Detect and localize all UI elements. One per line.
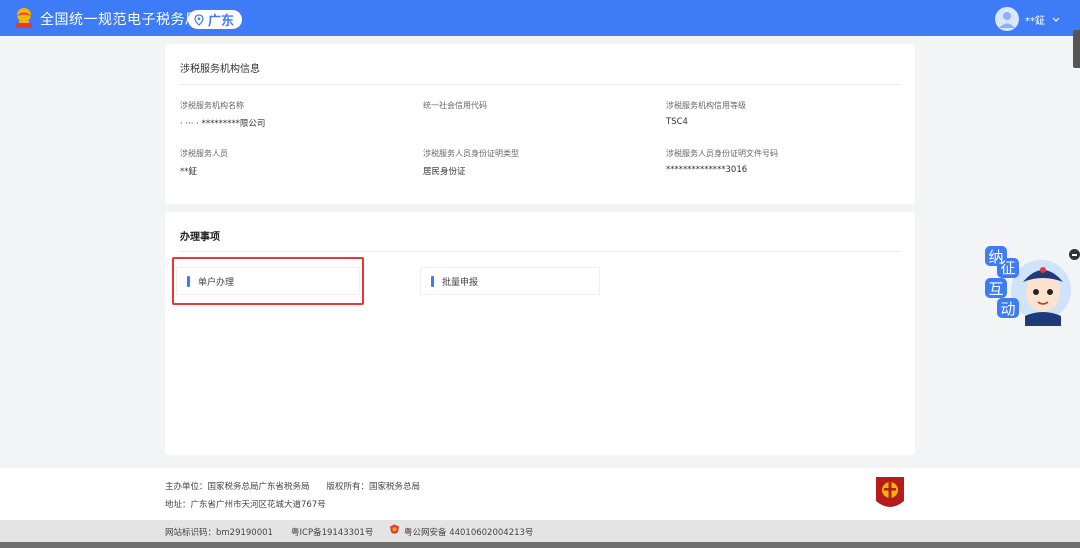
mascot-char-hu: 互 [988, 280, 1003, 298]
credit-level-label: 涉税服务机构信用等级 [666, 101, 746, 110]
side-drawer-handle[interactable] [1073, 30, 1080, 68]
org-info-card: 涉税服务机构信息 涉税服务机构名称 · ··· · *********限公司 统… [165, 44, 915, 204]
location-pin-icon [194, 13, 204, 26]
id-type-value: 居民身份证 [423, 167, 466, 177]
user-avatar-icon [999, 12, 1015, 28]
staff-value: **鉦 [180, 167, 198, 177]
tax-interaction-mascot-icon[interactable]: 征 纳 互 动 [983, 244, 1073, 326]
org-name-label: 涉税服务机构名称 [180, 101, 244, 110]
bottom-info-bar [0, 520, 1080, 542]
top-navigation-bar: 全国统一规范电子税务局 广东 **鉦 [0, 0, 1080, 36]
footer-address: 地址：广东省广州市天河区花城大道767号 [165, 500, 326, 510]
org-name-value: · ··· · *********限公司 [180, 119, 266, 129]
police-record-link[interactable]: 粤公网安备 44010602004213号 [404, 526, 533, 538]
footer [0, 468, 1080, 520]
accent-bar [431, 275, 434, 287]
card-divider [180, 251, 900, 252]
region-label: 广东 [208, 14, 235, 29]
police-badge-icon [390, 524, 399, 534]
user-name: **鉦 [1025, 15, 1045, 27]
chevron-down-icon [1052, 17, 1060, 22]
staff-label: 涉税服务人员 [180, 149, 228, 158]
id-type-label: 涉税服务人员身份证明类型 [423, 149, 519, 158]
footer-sponsor: 主办单位：国家税务总局广东省税务局 版权所有：国家税务总局 [165, 482, 421, 492]
government-emblem-icon[interactable] [873, 475, 907, 513]
batch-filing-label: 批量申报 [442, 277, 479, 288]
id-number-label: 涉税服务人员身份证明文件号码 [666, 149, 778, 158]
credit-level-value: TSC4 [666, 117, 688, 127]
tasks-card-title: 办理事项 [180, 232, 220, 243]
highlight-annotation [172, 257, 364, 305]
org-card-title: 涉税服务机构信息 [180, 64, 260, 75]
tasks-card: 办理事项 单户办理 批量申报 [165, 212, 915, 455]
site-id-text: 网站标识码：bm29190001 [165, 528, 273, 538]
mascot-char-dong: 动 [1000, 300, 1015, 318]
user-menu[interactable]: **鉦 [995, 7, 1061, 31]
tax-emblem-logo-icon[interactable] [13, 7, 35, 30]
batch-filing-button[interactable]: 批量申报 [420, 267, 600, 295]
icp-link[interactable]: 粤ICP备19143301号 [291, 526, 373, 538]
region-selector[interactable]: 广东 [188, 10, 243, 29]
close-icon[interactable] [1069, 249, 1080, 260]
page-bottom-edge [0, 542, 1080, 548]
avatar [995, 7, 1019, 31]
credit-code-label: 统一社会信用代码 [423, 101, 487, 110]
mascot-char-na: 纳 [988, 248, 1003, 266]
card-divider [180, 84, 900, 85]
id-number-value: **************3016 [666, 165, 748, 175]
site-title[interactable]: 全国统一规范电子税务局 [40, 9, 200, 29]
